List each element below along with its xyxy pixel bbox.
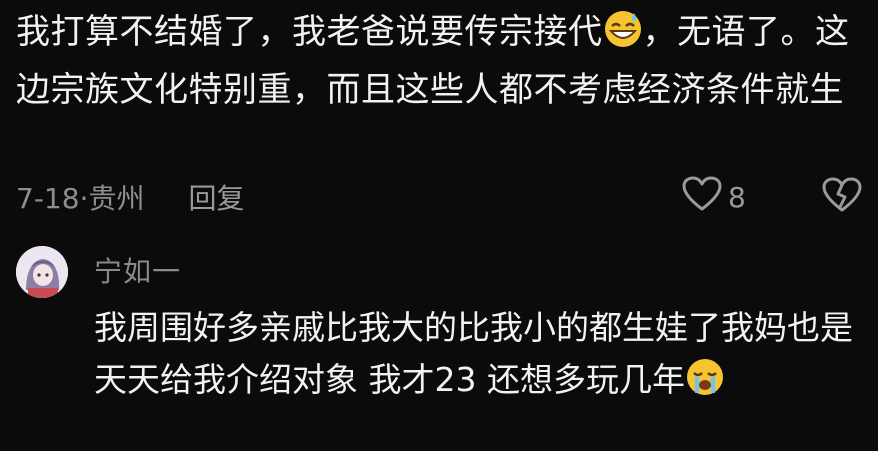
- comment-location: 贵州: [88, 182, 145, 215]
- reply-text-body: 我周围好多亲戚比我大的比我小的都生娃了我妈也是天天给我介绍对象 我才23 还想多…: [94, 308, 853, 399]
- comment-text: 我打算不结婚了，我老爸说要传宗接代 ，无语了。这边宗族文化特别重，而且这些人都不考…: [16, 6, 866, 116]
- comment-date-location: 7-18·贵州: [16, 177, 144, 217]
- broken-heart-icon[interactable]: [822, 177, 862, 220]
- heart-outline-icon: [682, 176, 722, 219]
- comment-text-part-1: 我打算不结婚了，我老爸说要传宗接代: [16, 12, 603, 52]
- reply-author-name[interactable]: 宁如一: [94, 250, 181, 290]
- reply-text: 我周围好多亲戚比我大的比我小的都生娃了我妈也是天天给我介绍对象 我才23 还想多…: [94, 302, 864, 412]
- grinning-sweat-emoji-icon: [603, 9, 643, 64]
- reply-button[interactable]: 回复: [188, 177, 244, 217]
- avatar[interactable]: [16, 246, 68, 298]
- loudly-crying-emoji-icon: [685, 357, 725, 412]
- like-button[interactable]: 8: [682, 174, 746, 220]
- comment-text-part-2: ，无语: [642, 12, 746, 52]
- comment-date: 7-18: [16, 182, 80, 215]
- like-count: 8: [728, 180, 746, 214]
- comment-meta-row: 7-18·贵州 回复 8: [16, 174, 862, 220]
